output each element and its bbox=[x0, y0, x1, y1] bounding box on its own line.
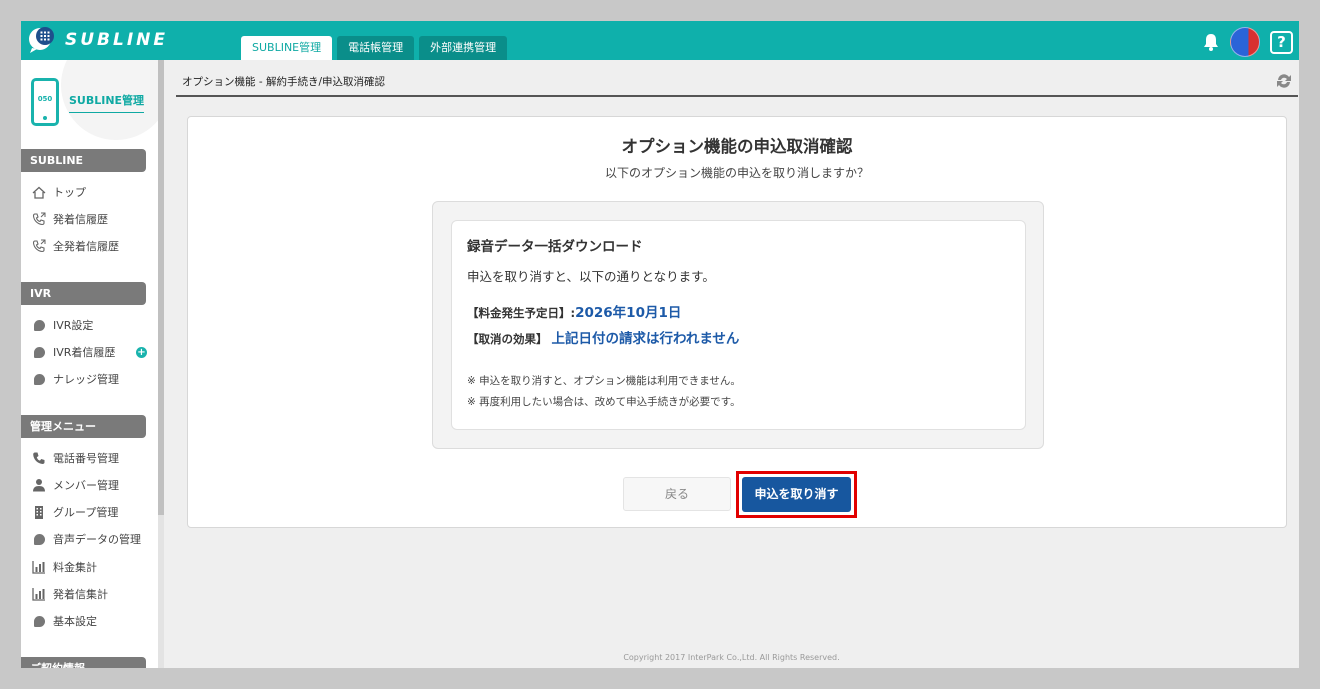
billing-start-date-row: 【料金発生予定日】: 2026年10月1日 bbox=[467, 301, 681, 321]
footer-copyright: Copyright 2017 InterPark Co.,Ltd. All Ri… bbox=[623, 653, 840, 662]
breadcrumb: オプション機能 - 解約手続き/申込取消確認 bbox=[176, 71, 1298, 97]
sidebar-item-ivr-settings[interactable]: IVR設定 bbox=[21, 314, 158, 336]
logo[interactable]: SUBLINE bbox=[27, 24, 168, 56]
billing-start-date-value: 2026年10月1日 bbox=[575, 305, 682, 321]
sidebar-item-label: ナレッジ管理 bbox=[53, 373, 119, 386]
sidebar-section-ivr: IVR bbox=[21, 282, 146, 305]
back-button[interactable]: 戻る bbox=[623, 477, 731, 511]
sidebar-item-groups[interactable]: グループ管理 bbox=[21, 501, 158, 523]
sidebar-item-billing-summary[interactable]: 料金集計 bbox=[21, 556, 158, 578]
bar-chart-icon bbox=[32, 587, 46, 601]
sidebar-item-top[interactable]: トップ bbox=[21, 181, 158, 203]
sidebar-item-basic-settings[interactable]: 基本設定 bbox=[21, 610, 158, 632]
sidebar-item-all-call-history[interactable]: 全発着信履歴 bbox=[21, 235, 158, 257]
phone-icon: 050 bbox=[31, 78, 59, 126]
sidebar-section-contract-info: ご契約情報 bbox=[21, 657, 146, 668]
main-tabs: SUBLINE管理 電話帳管理 外部連携管理 bbox=[241, 36, 508, 60]
app-window: SUBLINE SUBLINE管理 電話帳管理 外部連携管理 ? 050 SUB… bbox=[21, 21, 1299, 668]
sidebar-item-label: 全発着信履歴 bbox=[53, 240, 119, 253]
bubble-icon bbox=[32, 532, 46, 546]
sidebar-item-knowledge[interactable]: ナレッジ管理 bbox=[21, 368, 158, 390]
option-description: 申込を取り消すと、以下の通りとなります。 bbox=[467, 269, 715, 284]
person-icon bbox=[32, 478, 46, 492]
home-icon bbox=[32, 185, 46, 199]
cancel-effect-row: 【取消の効果】 上記日付の請求は行われません bbox=[467, 327, 739, 347]
brand-number: 050 bbox=[37, 95, 53, 103]
sidebar-item-phone-numbers[interactable]: 電話番号管理 bbox=[21, 447, 158, 469]
sidebar-item-label: メンバー管理 bbox=[53, 479, 119, 492]
sidebar-item-label: IVR着信履歴 bbox=[53, 346, 116, 359]
tab-external-integration[interactable]: 外部連携管理 bbox=[419, 36, 508, 60]
plus-icon[interactable]: + bbox=[136, 347, 147, 358]
cancel-effect-label: 【取消の効果】 bbox=[467, 332, 548, 346]
sidebar-item-label: 電話番号管理 bbox=[53, 452, 119, 465]
sidebar-section-admin-menu: 管理メニュー bbox=[21, 415, 146, 438]
note-unavailable: ※ 申込を取り消すと、オプション機能は利用できません。 bbox=[467, 375, 741, 387]
sidebar-item-label: 基本設定 bbox=[53, 615, 97, 628]
bubble-icon bbox=[32, 345, 46, 359]
option-name: 録音データ一括ダウンロード bbox=[467, 239, 643, 255]
phone-call-icon bbox=[32, 212, 46, 226]
sidebar-scrollbar[interactable] bbox=[158, 60, 164, 668]
tab-subline-admin[interactable]: SUBLINE管理 bbox=[241, 36, 333, 60]
cancel-application-button[interactable]: 申込を取り消す bbox=[742, 477, 851, 512]
logo-icon bbox=[27, 26, 59, 54]
sidebar-item-label: トップ bbox=[53, 186, 86, 199]
sidebar-item-call-history[interactable]: 発着信履歴 bbox=[21, 208, 158, 230]
bell-icon[interactable] bbox=[1202, 32, 1220, 52]
building-icon bbox=[32, 505, 46, 519]
phone-call-icon bbox=[32, 239, 46, 253]
sidebar-item-label: 音声データの管理 bbox=[53, 533, 141, 546]
bubble-icon bbox=[32, 372, 46, 386]
bubble-icon bbox=[32, 614, 46, 628]
avatar[interactable] bbox=[1230, 27, 1260, 57]
bar-chart-icon bbox=[32, 560, 46, 574]
refresh-icon[interactable] bbox=[1274, 71, 1294, 91]
billing-start-date-label: 【料金発生予定日】: bbox=[467, 306, 576, 320]
sidebar-section-subline: SUBLINE bbox=[21, 149, 146, 172]
bubble-icon bbox=[32, 318, 46, 332]
page-subtitle: 以下のオプション機能の申込を取り消しますか？ bbox=[604, 166, 869, 180]
sidebar-item-call-summary[interactable]: 発着信集計 bbox=[21, 583, 158, 605]
confirmation-panel: オプション機能の申込取消確認 以下のオプション機能の申込を取り消しますか？ 録音… bbox=[187, 116, 1287, 528]
page-title: オプション機能の申込取消確認 bbox=[621, 137, 853, 156]
sidebar-item-label: グループ管理 bbox=[53, 506, 119, 519]
sidebar-item-label: IVR設定 bbox=[53, 319, 94, 332]
sidebar-brand[interactable]: 050 SUBLINE管理 bbox=[31, 78, 145, 126]
sidebar: 050 SUBLINE管理 SUBLINE トップ 発着信履歴 全発着信履歴 I… bbox=[21, 60, 158, 668]
option-summary-box: 録音データ一括ダウンロード 申込を取り消すと、以下の通りとなります。 【料金発生… bbox=[432, 201, 1044, 449]
help-icon[interactable]: ? bbox=[1270, 30, 1293, 54]
sidebar-item-label: 発着信履歴 bbox=[53, 213, 108, 226]
tab-phonebook-admin[interactable]: 電話帳管理 bbox=[337, 36, 415, 60]
sidebar-brand-label: SUBLINE管理 bbox=[69, 92, 145, 113]
sidebar-item-label: 発着信集計 bbox=[53, 588, 108, 601]
sidebar-scrollbar-thumb[interactable] bbox=[158, 60, 164, 515]
note-reapply: ※ 再度利用したい場合は、改めて申込手続きが必要です。 bbox=[467, 396, 741, 408]
sidebar-item-members[interactable]: メンバー管理 bbox=[21, 474, 158, 496]
topbar-actions: ? bbox=[1202, 27, 1293, 57]
sidebar-item-ivr-incoming-history[interactable]: IVR着信履歴 + bbox=[21, 341, 158, 363]
breadcrumb-text: オプション機能 - 解約手続き/申込取消確認 bbox=[182, 76, 386, 88]
logo-text: SUBLINE bbox=[65, 30, 169, 50]
phone-icon bbox=[32, 451, 46, 465]
option-card: 録音データ一括ダウンロード 申込を取り消すと、以下の通りとなります。 【料金発生… bbox=[451, 220, 1026, 430]
sidebar-item-label: 料金集計 bbox=[53, 561, 97, 574]
cancel-effect-value: 上記日付の請求は行われません bbox=[551, 331, 740, 347]
cancel-button-highlight: 申込を取り消す bbox=[736, 471, 857, 518]
top-bar: SUBLINE SUBLINE管理 電話帳管理 外部連携管理 ? bbox=[21, 21, 1299, 60]
sidebar-item-voice-data[interactable]: 音声データの管理 bbox=[21, 528, 158, 550]
